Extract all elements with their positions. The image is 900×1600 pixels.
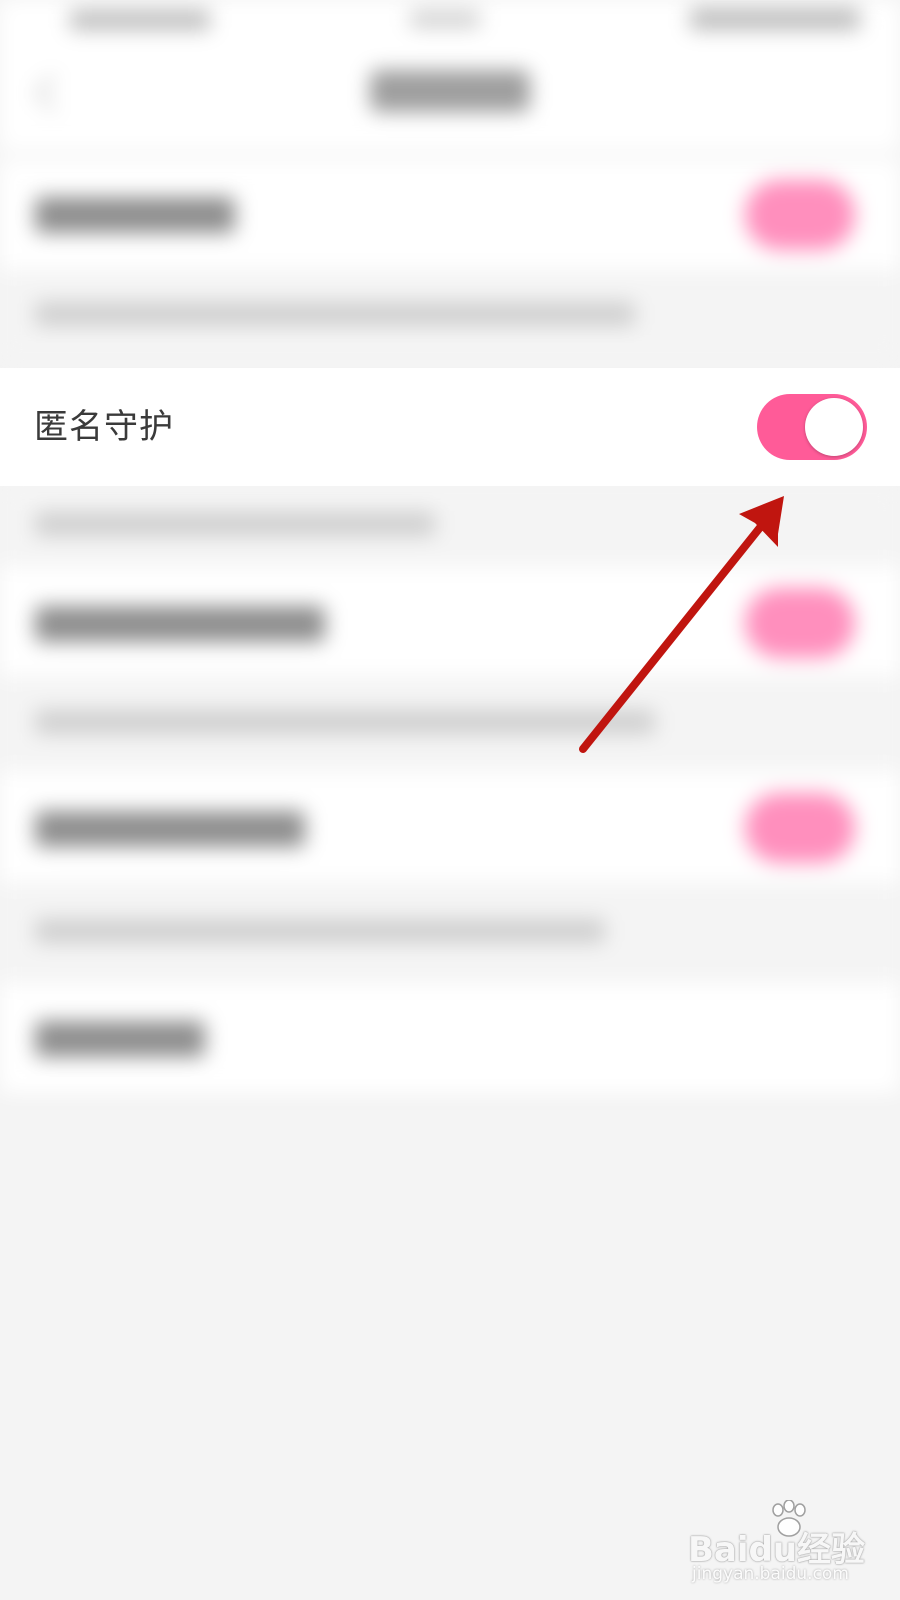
setting-1-title-blurred <box>35 197 235 233</box>
blurred-background <box>0 0 900 1600</box>
toggle-knob <box>805 398 863 456</box>
baidu-watermark: Baidu经验 jingyan.baidu.com <box>688 1500 878 1590</box>
status-bar-right <box>690 8 860 30</box>
setting-1-toggle[interactable] <box>745 180 855 250</box>
setting-2-desc-blurred <box>35 512 435 536</box>
setting-5-title-blurred <box>35 1021 205 1057</box>
setting-3-description <box>0 676 900 771</box>
setting-3-title-blurred <box>35 606 325 642</box>
setting-2-description <box>0 486 900 566</box>
setting-row-5[interactable] <box>0 983 900 1093</box>
setting-4-toggle[interactable] <box>745 793 855 863</box>
setting-1-description <box>0 270 900 360</box>
setting-1-desc-blurred <box>35 302 635 326</box>
status-bar-left <box>70 10 210 30</box>
status-bar <box>0 0 900 40</box>
setting-3-desc-blurred <box>35 710 655 734</box>
anonymous-guard-row[interactable]: 匿名守护 <box>0 368 900 486</box>
setting-row-3[interactable] <box>0 566 900 676</box>
page-title-blurred <box>370 70 530 112</box>
anonymous-guard-label: 匿名守护 <box>34 407 174 447</box>
status-bar-center <box>410 10 480 28</box>
watermark-url: jingyan.baidu.com <box>692 1564 849 1584</box>
back-arrow-icon[interactable] <box>34 74 72 112</box>
setting-4-description <box>0 883 900 983</box>
setting-3-toggle[interactable] <box>745 588 855 658</box>
screen: 匿名守护 Baidu经验 jingyan.baidu.com <box>0 0 900 1600</box>
setting-4-title-blurred <box>35 811 305 847</box>
anonymous-guard-toggle[interactable] <box>757 394 867 460</box>
setting-4-desc-blurred <box>35 919 605 943</box>
setting-row-4[interactable] <box>0 771 900 883</box>
nav-bar <box>0 40 900 150</box>
setting-row-1[interactable] <box>0 160 900 270</box>
